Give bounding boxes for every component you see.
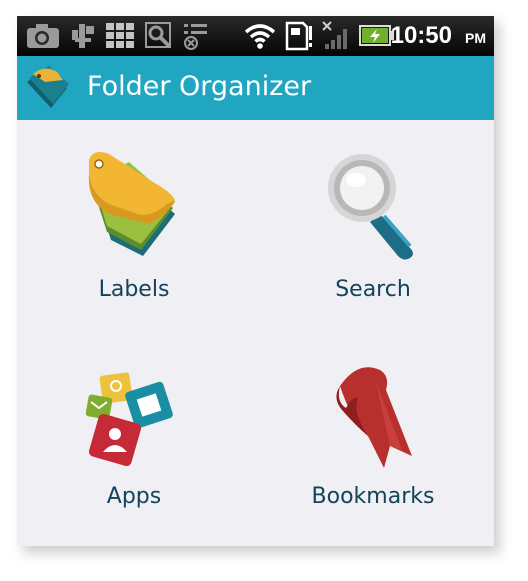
no-signal-icon bbox=[322, 21, 347, 49]
search-notification-icon bbox=[145, 22, 171, 48]
labels-label: Labels bbox=[98, 277, 170, 302]
apps-tile[interactable]: Apps bbox=[34, 356, 234, 536]
search-label: Search bbox=[335, 277, 411, 302]
status-bar: 10:50 PM bbox=[17, 16, 494, 56]
phone-screen: 10:50 PM Folder Organizer Labels Search … bbox=[17, 16, 494, 546]
folder-organizer-icon bbox=[27, 66, 69, 108]
apps-icon bbox=[85, 372, 173, 467]
bookmarks-label: Bookmarks bbox=[311, 484, 435, 509]
search-tile[interactable]: Search bbox=[273, 144, 473, 324]
camera-icon bbox=[27, 24, 59, 48]
bookmarks-tile[interactable]: Bookmarks bbox=[273, 356, 473, 536]
sd-card-icon bbox=[285, 21, 312, 51]
status-time: 10:50 bbox=[390, 22, 452, 49]
usb-icon bbox=[72, 24, 94, 48]
labels-tag-icon bbox=[88, 152, 175, 256]
magnifier-icon bbox=[328, 154, 413, 260]
list-notification-icon bbox=[184, 24, 207, 50]
status-ampm: PM bbox=[465, 30, 486, 46]
title-bar: Folder Organizer bbox=[17, 56, 494, 120]
grid-apps-icon bbox=[106, 23, 134, 48]
labels-tile[interactable]: Labels bbox=[34, 144, 234, 324]
apps-label: Apps bbox=[106, 484, 162, 509]
bookmark-ribbon-icon bbox=[336, 367, 412, 468]
app-title: Folder Organizer bbox=[87, 71, 312, 102]
wifi-icon bbox=[244, 24, 276, 49]
